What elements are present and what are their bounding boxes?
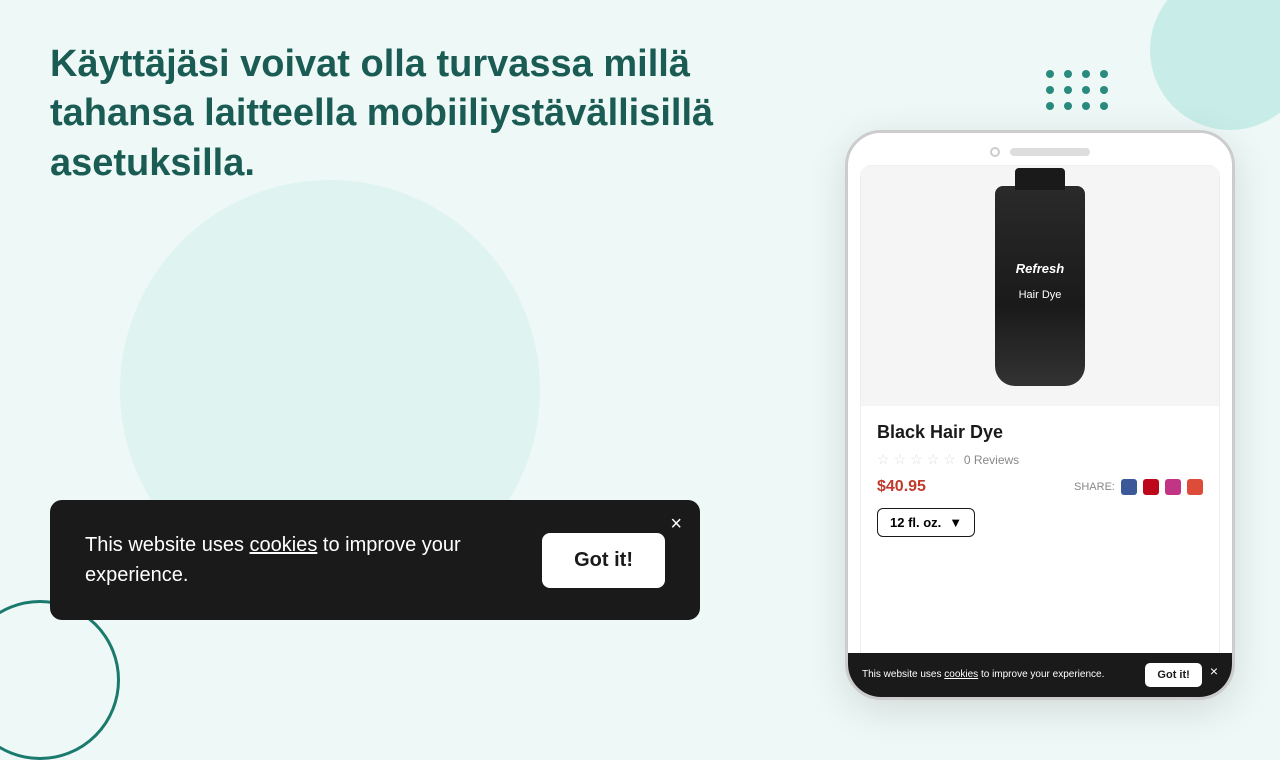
cookie-banner-large-text: This website uses cookies to improve you… <box>85 530 512 590</box>
googleplus-icon[interactable] <box>1187 479 1203 495</box>
cookie-banner-small: This website uses cookies to improve you… <box>860 653 1220 679</box>
got-it-button[interactable]: Got it! <box>542 533 665 588</box>
phone-speaker <box>1010 148 1090 156</box>
small-cookie-close-button[interactable]: × <box>1210 663 1218 679</box>
product-brand-label: Refresh <box>1016 261 1064 276</box>
share-section: SHARE: <box>1074 479 1203 495</box>
decorative-circle-bottom-left <box>0 600 120 760</box>
phone-screen-content: Refresh Hair Dye Black Hair Dye ☆ ☆ ☆ ☆ … <box>860 165 1220 679</box>
cookie-message-prefix: This website uses <box>85 534 250 556</box>
product-rating: ☆ ☆ ☆ ☆ ☆ 0 Reviews <box>877 451 1203 468</box>
facebook-icon[interactable] <box>1121 479 1137 495</box>
star-3: ☆ <box>910 451 923 468</box>
cookie-link[interactable]: cookies <box>250 534 318 556</box>
size-selector[interactable]: 12 fl. oz. ▼ <box>877 508 975 537</box>
decorative-dots <box>1046 70 1110 110</box>
product-image-area: Refresh Hair Dye <box>861 166 1219 406</box>
star-4: ☆ <box>927 451 940 468</box>
small-got-it-button[interactable]: Got it! <box>1145 663 1201 679</box>
star-5: ☆ <box>943 451 956 468</box>
product-name: Black Hair Dye <box>877 422 1203 443</box>
star-1: ☆ <box>877 451 890 468</box>
instagram-icon[interactable] <box>1165 479 1181 495</box>
price-share-row: $40.95 SHARE: <box>877 478 1203 496</box>
product-type-label: Hair Dye <box>1011 280 1070 310</box>
share-label: SHARE: <box>1074 481 1115 493</box>
cookie-banner-large: × This website uses cookies to improve y… <box>50 500 700 620</box>
small-cookie-link[interactable]: cookies <box>944 669 978 679</box>
phone-camera <box>990 147 1000 157</box>
product-image: Refresh Hair Dye <box>995 186 1085 386</box>
tube-cap <box>1015 168 1065 190</box>
decorative-circle-top-right <box>1150 0 1280 130</box>
reviews-count: 0 Reviews <box>964 453 1019 467</box>
small-cookie-prefix: This website uses <box>862 669 944 679</box>
cookie-banner-small-text: This website uses cookies to improve you… <box>862 668 1135 679</box>
phone-notch <box>848 133 1232 165</box>
pinterest-icon[interactable] <box>1143 479 1159 495</box>
product-price: $40.95 <box>877 478 926 496</box>
star-2: ☆ <box>894 451 907 468</box>
product-info: Black Hair Dye ☆ ☆ ☆ ☆ ☆ 0 Reviews $40.9… <box>861 406 1219 553</box>
phone-mockup: Refresh Hair Dye Black Hair Dye ☆ ☆ ☆ ☆ … <box>845 130 1235 700</box>
page-heading: Käyttäjäsi voivat olla turvassa millä ta… <box>50 40 830 188</box>
size-value: 12 fl. oz. <box>890 515 941 530</box>
dropdown-arrow-icon: ▼ <box>949 515 962 530</box>
cookie-close-button[interactable]: × <box>670 514 682 534</box>
small-cookie-suffix: to improve your experience. <box>978 669 1104 679</box>
